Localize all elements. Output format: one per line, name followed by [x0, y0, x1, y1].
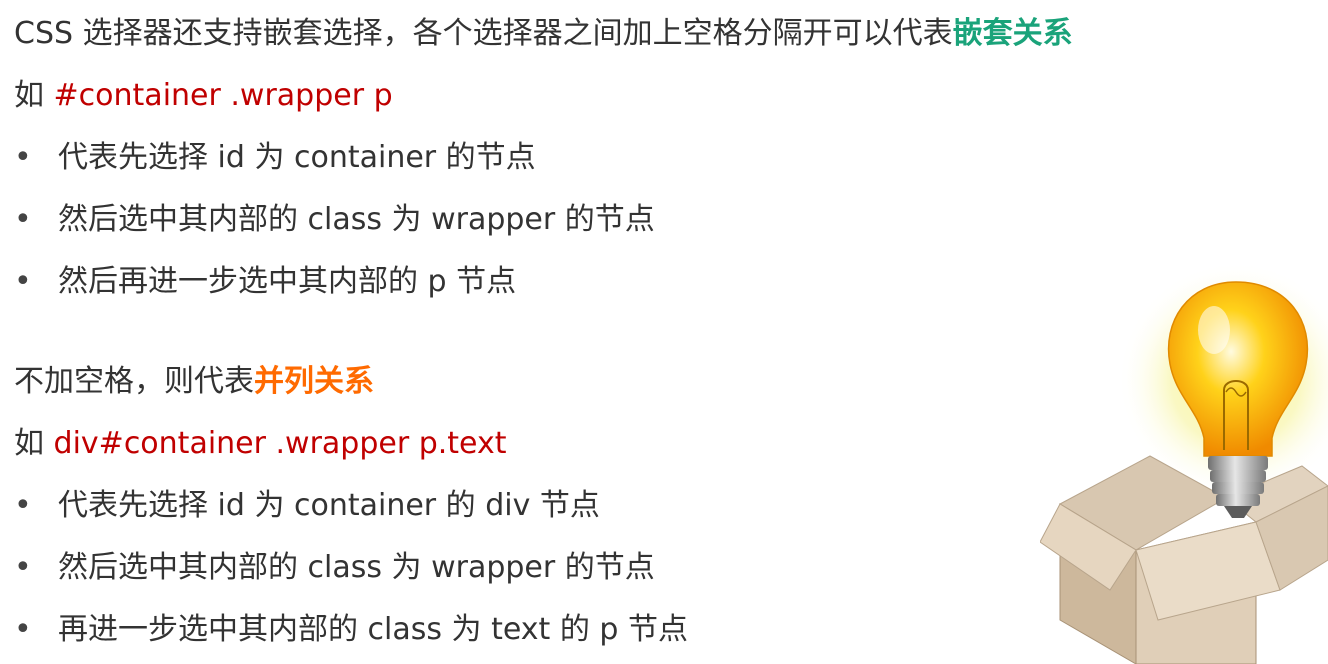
- section1-bullet-1: • 代表先选择 id 为 container 的节点: [14, 138, 536, 178]
- bullet-icon: •: [14, 264, 32, 299]
- bullet-text: 然后选中其内部的 class 为 wrapper 的节点: [58, 202, 655, 237]
- section2-bullet-1: • 代表先选择 id 为 container 的 div 节点: [14, 486, 600, 526]
- bullet-icon: •: [14, 202, 32, 237]
- section2-bullet-2: • 然后选中其内部的 class 为 wrapper 的节点: [14, 548, 655, 588]
- section2-intro-text: 不加空格，则代表: [14, 364, 254, 399]
- lightbulb-in-box-icon: [1040, 262, 1328, 664]
- section2-example: 如 div#container .wrapper p.text: [14, 424, 507, 464]
- bullet-text: 再进一步选中其内部的 class 为 text 的 p 节点: [58, 612, 688, 647]
- bullet-text: 然后再进一步选中其内部的 p 节点: [58, 264, 517, 299]
- bullet-text: 代表先选择 id 为 container 的节点: [58, 140, 536, 175]
- bullet-icon: •: [14, 140, 32, 175]
- section1-intro-text: CSS 选择器还支持嵌套选择，各个选择器之间加上空格分隔开可以代表: [14, 16, 953, 51]
- bullet-icon: •: [14, 550, 32, 585]
- bullet-text: 然后选中其内部的 class 为 wrapper 的节点: [58, 550, 655, 585]
- section1-example: 如 #container .wrapper p: [14, 76, 393, 116]
- section1-bullet-3: • 然后再进一步选中其内部的 p 节点: [14, 262, 516, 302]
- section2-example-code: div#container .wrapper p.text: [53, 426, 507, 461]
- section1-example-prefix: 如: [14, 78, 54, 113]
- bullet-text: 代表先选择 id 为 container 的 div 节点: [58, 488, 600, 523]
- bullet-icon: •: [14, 612, 32, 647]
- bullet-icon: •: [14, 488, 32, 523]
- section1-bullet-2: • 然后选中其内部的 class 为 wrapper 的节点: [14, 200, 655, 240]
- section2-example-prefix: 如: [14, 426, 54, 461]
- section1-intro: CSS 选择器还支持嵌套选择，各个选择器之间加上空格分隔开可以代表嵌套关系: [14, 14, 1073, 54]
- section2-bullet-3: • 再进一步选中其内部的 class 为 text 的 p 节点: [14, 610, 688, 650]
- section1-intro-highlight: 嵌套关系: [952, 16, 1073, 51]
- section1-example-code: #container .wrapper p: [53, 78, 393, 113]
- section2-intro: 不加空格，则代表并列关系: [14, 362, 374, 402]
- section2-intro-highlight: 并列关系: [254, 364, 374, 399]
